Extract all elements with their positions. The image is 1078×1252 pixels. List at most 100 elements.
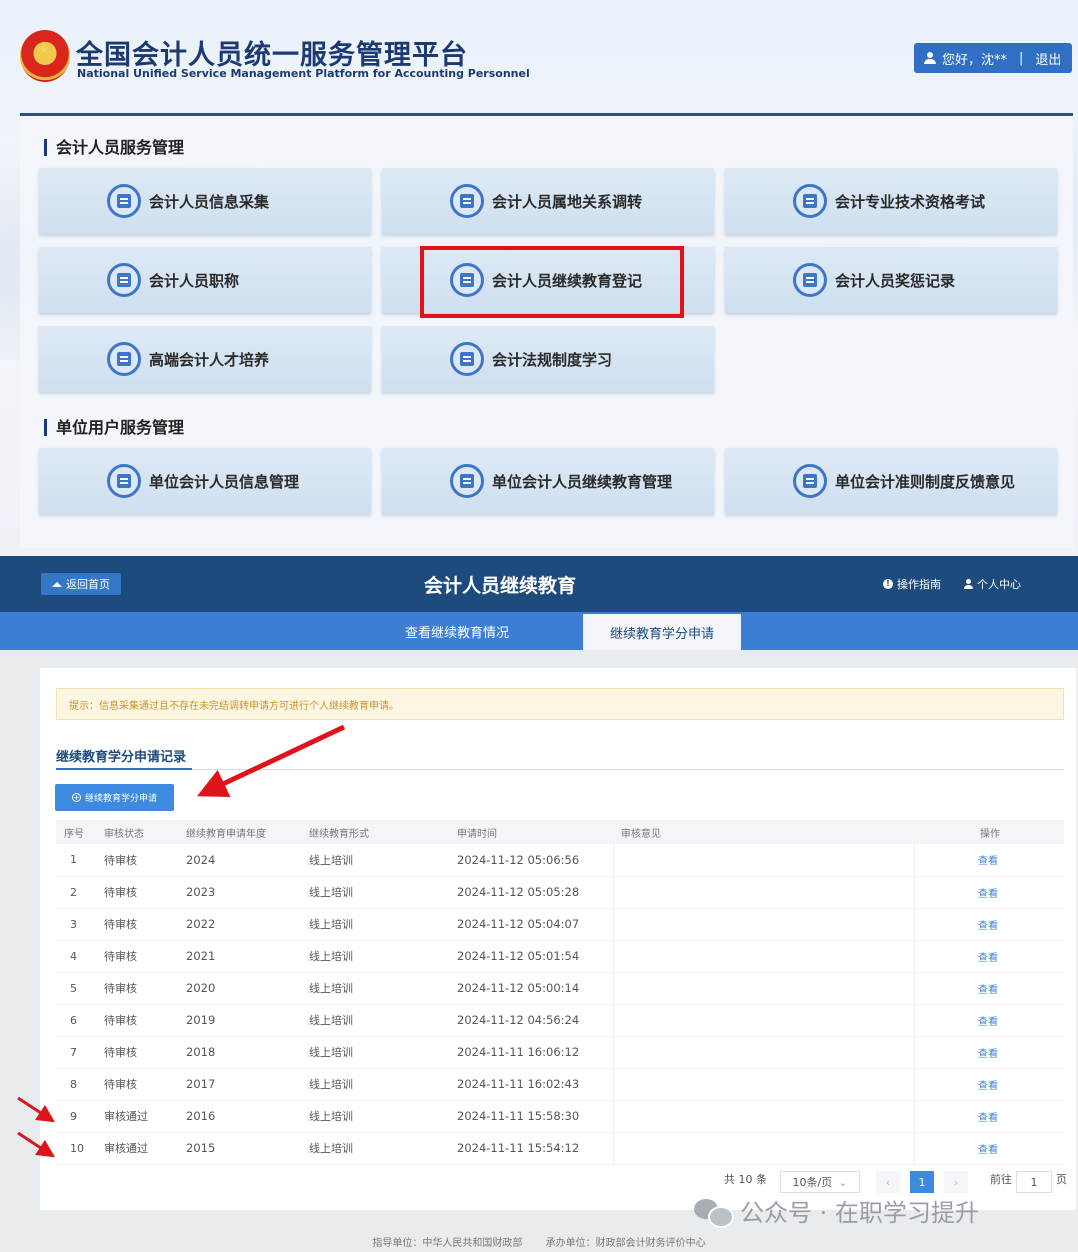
pager-total: 共 10 条	[724, 1173, 767, 1186]
cell-opinion	[612, 876, 915, 909]
cell-form: 线上培训	[301, 940, 449, 973]
location-transfer-icon	[450, 184, 484, 218]
table-row: 1 待审核 2024 线上培训 2024-11-12 05:06:56 查看	[56, 844, 1064, 877]
records-title[interactable]: 继续教育学分申请记录	[56, 746, 186, 765]
app-title: 会计人员继续教育	[423, 575, 576, 597]
cell-index: 10	[56, 1132, 96, 1165]
card-unit-feedback[interactable]: 单位会计准则制度反馈意见	[725, 448, 1057, 514]
view-link[interactable]: 查看	[914, 972, 1064, 1005]
cell-form: 线上培训	[301, 972, 449, 1005]
table-row: 3 待审核 2022 线上培训 2024-11-12 05:04:07 查看	[56, 908, 1064, 941]
page-size-value: 10条/页	[792, 1176, 833, 1189]
cell-form: 线上培训	[301, 1068, 449, 1101]
personal-center-label: 个人中心	[977, 578, 1021, 591]
cell-time: 2024-11-11 15:58:30	[449, 1100, 613, 1133]
user-icon	[964, 579, 973, 589]
cell-index: 6	[56, 1004, 96, 1037]
highlight-box	[420, 246, 684, 318]
card-label: 会计人员属地关系调转	[492, 192, 643, 211]
page-footer: 指导单位：中华人民共和国财政部 承办单位：财政部会计财务评价中心	[0, 1234, 1078, 1249]
user-icon	[924, 52, 936, 64]
col-form: 继续教育形式	[301, 820, 449, 844]
card-reward-record[interactable]: 会计人员奖惩记录	[725, 247, 1057, 313]
card-qualification-exam[interactable]: 会计专业技术资格考试	[725, 168, 1057, 234]
view-link[interactable]: 查看	[914, 844, 1064, 877]
cell-time: 2024-11-12 05:06:56	[449, 844, 613, 877]
cell-index: 8	[56, 1068, 96, 1101]
card-info-collection[interactable]: 会计人员信息采集	[39, 168, 371, 234]
wechat-watermark: 公众号 · 在职学习提升	[694, 1193, 979, 1228]
footer-guide-unit: 指导单位：中华人民共和国财政部	[372, 1238, 523, 1249]
card-talent-training[interactable]: 高端会计人才培养	[39, 326, 371, 392]
cell-form: 线上培训	[301, 876, 449, 909]
cell-year: 2019	[178, 1004, 301, 1037]
cell-status: 待审核	[96, 876, 178, 909]
view-link[interactable]: 查看	[914, 1132, 1064, 1165]
cell-index: 3	[56, 908, 96, 941]
cell-opinion	[612, 1036, 915, 1069]
table-row: 2 待审核 2023 线上培训 2024-11-12 05:05:28 查看	[56, 876, 1064, 909]
apply-credit-button[interactable]: + 继续教育学分申请	[55, 784, 174, 811]
cell-year: 2016	[178, 1100, 301, 1133]
cell-form: 线上培训	[301, 1036, 449, 1069]
cell-time: 2024-11-12 05:00:14	[449, 972, 613, 1005]
cell-index: 1	[56, 844, 96, 877]
cell-form: 线上培训	[301, 1100, 449, 1133]
card-location-transfer[interactable]: 会计人员属地关系调转	[382, 168, 714, 234]
view-link[interactable]: 查看	[914, 908, 1064, 941]
card-professional-title[interactable]: 会计人员职称	[39, 247, 371, 313]
card-label: 会计法规制度学习	[492, 350, 613, 369]
card-label: 高端会计人才培养	[149, 350, 270, 369]
cell-opinion	[612, 844, 915, 877]
cell-index: 4	[56, 940, 96, 973]
cell-index: 7	[56, 1036, 96, 1069]
goto-page-input[interactable]: 1	[1016, 1171, 1052, 1193]
user-greeting[interactable]: 您好，沈**	[942, 49, 1007, 68]
goto-label: 前往	[990, 1173, 1012, 1186]
table-header-row: 序号 审核状态 继续教育申请年度 继续教育形式 申请时间 审核意见 操作	[56, 820, 1064, 844]
tab-view-education[interactable]: 查看继续教育情况	[372, 612, 542, 650]
guide-label: 操作指南	[897, 578, 941, 591]
cell-opinion	[612, 1004, 915, 1037]
records-divider	[56, 769, 1064, 770]
cell-time: 2024-11-11 15:54:12	[449, 1132, 613, 1165]
view-link[interactable]: 查看	[914, 1100, 1064, 1133]
view-link[interactable]: 查看	[914, 940, 1064, 973]
tab-credit-application[interactable]: 继续教育学分申请	[583, 614, 741, 650]
view-link[interactable]: 查看	[914, 1036, 1064, 1069]
card-regulation-study[interactable]: 会计法规制度学习	[382, 326, 714, 392]
next-page-button[interactable]: ›	[944, 1171, 968, 1193]
cell-index: 2	[56, 876, 96, 909]
page-1-button[interactable]: 1	[910, 1171, 934, 1193]
cell-index: 5	[56, 972, 96, 1005]
prev-page-button[interactable]: ‹	[876, 1171, 900, 1193]
exam-icon	[793, 184, 827, 218]
cell-form: 线上培训	[301, 1132, 449, 1165]
cell-index: 9	[56, 1100, 96, 1133]
wechat-icon	[694, 1197, 734, 1228]
col-opinion: 审核意见	[613, 820, 914, 844]
view-link[interactable]: 查看	[914, 1068, 1064, 1101]
section-title-unit: 单位用户服务管理	[44, 419, 184, 436]
info-icon: !	[883, 579, 893, 589]
cell-opinion	[612, 972, 915, 1005]
card-label: 会计人员奖惩记录	[835, 271, 956, 290]
cell-time: 2024-11-12 04:56:24	[449, 1004, 613, 1037]
personal-center-link[interactable]: 个人中心	[964, 576, 1021, 592]
cell-opinion	[612, 940, 915, 973]
view-link[interactable]: 查看	[914, 876, 1064, 909]
guide-link[interactable]: ! 操作指南	[883, 576, 941, 592]
card-unit-info[interactable]: 单位会计人员信息管理	[39, 448, 371, 514]
watermark-text: 公众号 · 在职学习提升	[740, 1199, 979, 1227]
card-unit-education[interactable]: 单位会计人员继续教育管理	[382, 448, 714, 514]
section-title-personnel: 会计人员服务管理	[44, 139, 184, 156]
view-link[interactable]: 查看	[914, 1004, 1064, 1037]
page-size-select[interactable]: 10条/页 ⌄	[780, 1171, 860, 1193]
cell-status: 待审核	[96, 1036, 178, 1069]
cell-time: 2024-11-11 16:02:43	[449, 1068, 613, 1101]
cell-status: 待审核	[96, 908, 178, 941]
unit-education-icon	[450, 464, 484, 498]
logout-link[interactable]: 退出	[1035, 49, 1061, 68]
cell-year: 2018	[178, 1036, 301, 1069]
col-status: 审核状态	[96, 820, 178, 844]
